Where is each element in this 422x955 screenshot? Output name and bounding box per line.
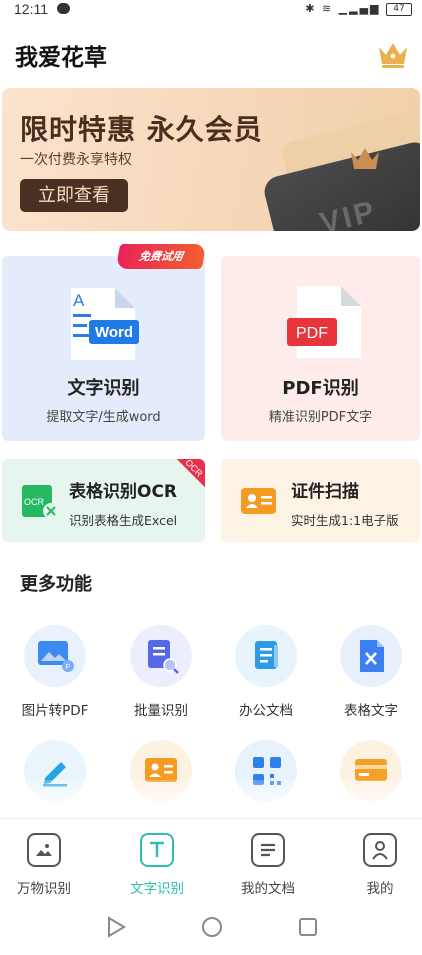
excel-icon-text: OCR (24, 497, 45, 507)
feature-label: 批量识别 (134, 703, 188, 719)
feature-label: 表格文字 (344, 703, 398, 719)
id-scan-card[interactable]: 证件扫描 实时生成1:1电子版 (221, 459, 420, 542)
home-icon (202, 917, 222, 937)
id-scan-subtitle: 实时生成1:1电子版 (291, 513, 399, 528)
image-to-pdf-icon: P (38, 641, 74, 672)
free-trial-badge: 免费试用 (115, 244, 207, 269)
feature-image-to-pdf[interactable]: P 图片转PDF (5, 625, 105, 719)
signal-icon: ▁▂▄▆ (338, 2, 381, 15)
banner-crown-icon (351, 148, 379, 169)
battery-icon: 47 (386, 2, 412, 16)
ocr-corner-badge: OCR (165, 459, 205, 499)
id-card-icon (241, 488, 276, 514)
table-ocr-title: 表格识别OCR (69, 482, 178, 502)
word-doc-icon: A Word (71, 288, 139, 360)
banner-view-button[interactable]: 立即查看 (20, 179, 128, 212)
message-icon (57, 3, 70, 14)
pdf-icon-text: PDF (296, 325, 328, 342)
table-ocr-subtitle: 识别表格生成Excel (69, 513, 178, 528)
page-title: 我爱花草 (15, 45, 107, 71)
nav-tab-text-recognition[interactable]: 文字识别 (107, 833, 207, 897)
status-icons: ✱ ≋ ▁▂▄▆ 47 (305, 2, 412, 16)
bluetooth-icon: ✱ (305, 2, 317, 15)
feature-label: 办公文档 (239, 703, 293, 719)
nav-tab-profile[interactable]: 我的 (330, 833, 422, 897)
vip-banner[interactable]: VIP 限时特惠 永久会员 一次付费永享特权 立即查看 (2, 88, 420, 231)
status-bar: 12:11 ✱ ≋ ▁▂▄▆ 47 (0, 0, 422, 22)
excel-ocr-icon: OCR (22, 485, 59, 519)
feature-office-docs[interactable]: 办公文档 (216, 625, 316, 719)
system-nav-bar (108, 916, 317, 938)
text-recognition-subtitle: 提取文字/生成word (46, 410, 161, 425)
svg-text:A: A (73, 291, 85, 310)
feature-label: 图片转PDF (21, 703, 89, 719)
photo-icon (27, 833, 61, 867)
crown-icon[interactable] (376, 38, 410, 70)
feature-batch-recognition[interactable]: 批量识别 (111, 625, 211, 719)
id-scan-title: 证件扫描 (291, 482, 359, 502)
feature-table-text[interactable]: 表格文字 (321, 625, 421, 719)
batch-scan-icon (148, 640, 179, 674)
document-icon (251, 833, 285, 867)
office-doc-icon (255, 641, 278, 669)
svg-text:P: P (66, 664, 71, 671)
more-features-title: 更多功能 (20, 574, 92, 595)
recents-icon (299, 918, 317, 936)
nav-tab-my-docs[interactable]: 我的文档 (218, 833, 318, 897)
pdf-recognition-card[interactable]: PDF PDF识别 精准识别PDF文字 (221, 256, 420, 441)
wifi-icon: ≋ (321, 2, 334, 15)
status-time: 12:11 (14, 1, 48, 17)
back-icon (108, 916, 126, 938)
profile-icon (363, 833, 397, 867)
word-icon-text: Word (95, 324, 133, 341)
scroll-fade (0, 780, 422, 816)
text-icon (140, 833, 174, 867)
bottom-nav: 万物识别 文字识别 我的文档 我的 (0, 818, 422, 901)
pdf-recognition-subtitle: 精准识别PDF文字 (268, 410, 373, 425)
excel-text-icon (360, 640, 384, 672)
pdf-recognition-title: PDF识别 (282, 378, 359, 399)
pdf-doc-icon: PDF (287, 286, 361, 358)
nav-tab-all-recognition[interactable]: 万物识别 (0, 833, 94, 897)
text-recognition-title: 文字识别 (67, 378, 140, 399)
text-recognition-card[interactable]: A Word 文字识别 提取文字/生成word (2, 256, 205, 441)
banner-title: 限时特惠 永久会员 (20, 113, 263, 146)
banner-pagination (376, 220, 405, 224)
banner-subtitle: 一次付费永享特权 (20, 152, 132, 168)
